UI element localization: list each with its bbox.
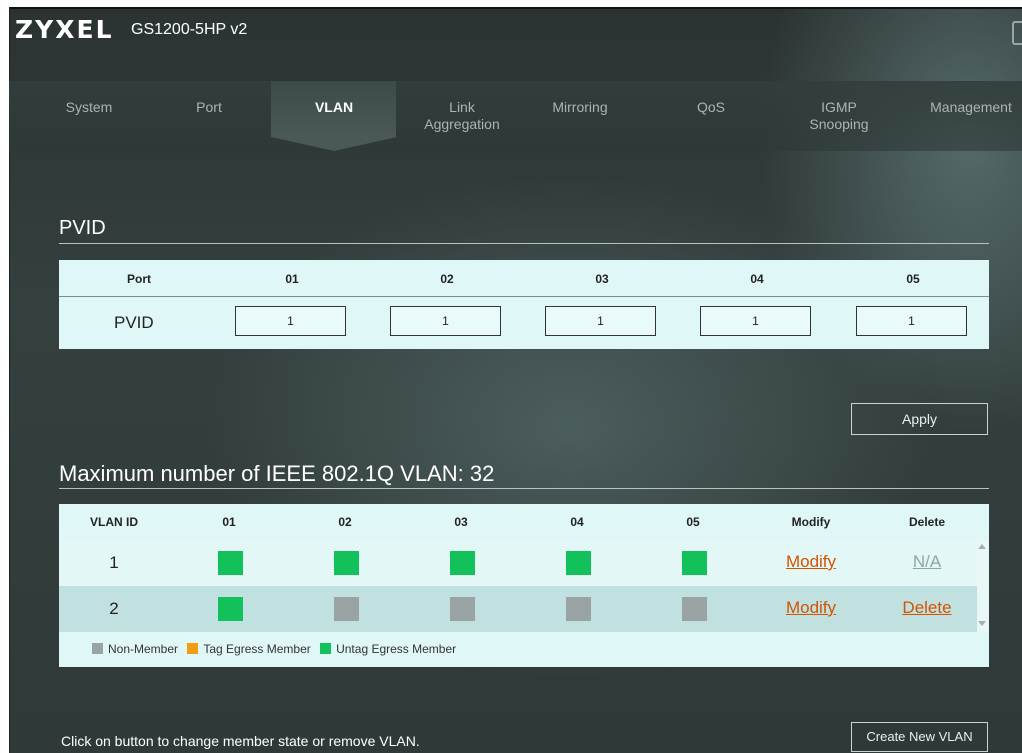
tab-vlan[interactable]: VLAN (304, 99, 364, 116)
main-nav: System Port VLAN Link Aggregation Mirror… (9, 81, 1022, 151)
member-legend: Non-Member Tag Egress Member Untag Egres… (92, 642, 462, 656)
tab-port[interactable]: Port (184, 99, 234, 116)
pvid-header-port-04: 04 (750, 272, 764, 286)
pvid-title: PVID (59, 217, 106, 239)
model-name: GS1200-5HP v2 (131, 21, 248, 38)
vlan-id-cell: 1 (109, 553, 119, 572)
non-member-swatch (92, 643, 103, 654)
vlan-table: VLAN ID 01 02 03 04 05 Modify Delete 1 M… (59, 504, 989, 667)
member-toggle[interactable] (218, 597, 243, 621)
legend-tag-egress: Tag Egress Member (187, 642, 311, 656)
pvid-header-port-02: 02 (440, 272, 454, 286)
vlan-header-port-02: 02 (338, 515, 352, 529)
tab-mirroring[interactable]: Mirroring (537, 99, 623, 116)
pvid-input-port-02[interactable] (390, 306, 501, 336)
pvid-input-port-04[interactable] (700, 306, 811, 336)
scroll-down-arrow-icon[interactable] (978, 621, 986, 626)
member-toggle[interactable] (682, 551, 707, 575)
member-toggle[interactable] (218, 551, 243, 575)
legend-non-member: Non-Member (92, 642, 178, 656)
untag-egress-swatch (320, 643, 332, 654)
pvid-row-label: PVID (114, 313, 154, 332)
tab-system[interactable]: System (54, 99, 124, 116)
vlan-header-modify: Modify (791, 515, 831, 529)
logout-icon[interactable] (1012, 21, 1022, 45)
legend-untag-egress: Untag Egress Member (320, 642, 456, 656)
pvid-input-port-05[interactable] (856, 306, 967, 336)
member-toggle[interactable] (334, 551, 359, 575)
app-screen: ZYXEL GS1200-5HP v2 System Port VLAN Lin… (9, 7, 1022, 753)
member-toggle[interactable] (450, 597, 475, 621)
legend-tag-egress-label: Tag Egress Member (203, 642, 311, 656)
delete-link-disabled: N/A (912, 552, 942, 571)
active-tab-arrow (271, 137, 397, 151)
vlan-header-id: VLAN ID (90, 515, 138, 529)
member-toggle[interactable] (682, 597, 707, 621)
pvid-header-row: Port 01 02 03 04 05 (59, 260, 989, 297)
pvid-table: Port 01 02 03 04 05 PVID (59, 260, 989, 349)
legend-non-member-label: Non-Member (108, 642, 179, 656)
tag-egress-swatch (187, 643, 199, 654)
vlan-header-row: VLAN ID 01 02 03 04 05 Modify Delete (59, 504, 989, 540)
vlan-title: Maximum number of IEEE 802.1Q VLAN: 32 (59, 461, 495, 486)
vlan-header-port-03: 03 (454, 515, 468, 529)
pvid-header-port-01: 01 (285, 272, 299, 286)
legend-untag-egress-label: Untag Egress Member (336, 642, 457, 656)
vlan-row: 2 Modify Delete (59, 586, 977, 632)
tab-management[interactable]: Management (921, 99, 1021, 116)
apply-button[interactable]: Apply (851, 403, 988, 435)
member-toggle[interactable] (450, 551, 475, 575)
tab-link-aggregation[interactable]: Link Aggregation (412, 99, 512, 133)
tab-igmp-snooping[interactable]: IGMP Snooping (804, 99, 874, 133)
top-border (9, 7, 1022, 9)
vlan-id-cell: 2 (109, 599, 119, 618)
vlan-divider (59, 488, 989, 489)
vlan-row: 1 Modify N/A (59, 540, 977, 586)
vlan-header-delete: Delete (908, 515, 946, 529)
pvid-header-port-05: 05 (906, 272, 920, 286)
modify-link[interactable]: Modify (771, 552, 851, 572)
vlan-header-port-04: 04 (570, 515, 584, 529)
pvid-header-port-03: 03 (595, 272, 609, 286)
pvid-input-port-03[interactable] (545, 306, 656, 336)
member-toggle[interactable] (566, 551, 591, 575)
member-toggle[interactable] (334, 597, 359, 621)
vlan-header-port-01: 01 (222, 515, 236, 529)
member-toggle[interactable] (566, 597, 591, 621)
pvid-header-port: Port (127, 272, 151, 286)
footer-hint: Click on button to change member state o… (61, 733, 420, 749)
pvid-divider (59, 243, 989, 244)
vlan-header-port-05: 05 (686, 515, 700, 529)
brand-logo: ZYXEL (15, 15, 114, 44)
tab-qos[interactable]: QoS (691, 99, 731, 116)
delete-link[interactable]: Delete (887, 598, 967, 618)
scroll-up-arrow-icon[interactable] (978, 544, 986, 549)
create-vlan-button[interactable]: Create New VLAN (851, 722, 988, 752)
pvid-input-port-01[interactable] (235, 306, 346, 336)
vlan-scrollbar[interactable] (977, 540, 988, 632)
modify-link[interactable]: Modify (771, 598, 851, 618)
